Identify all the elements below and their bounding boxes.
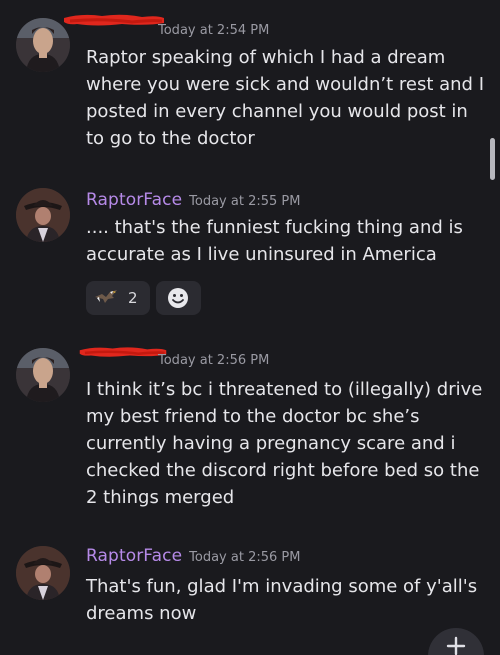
eagle-emoji-icon bbox=[94, 288, 118, 308]
message-header: RaptorFace Today at 2:56 PM bbox=[86, 546, 300, 570]
plus-icon bbox=[446, 636, 466, 655]
message-text: Raptor speaking of which I had a dream w… bbox=[86, 47, 485, 149]
avatar[interactable] bbox=[16, 546, 70, 600]
reaction-count: 2 bbox=[128, 289, 138, 307]
username[interactable]: RaptorFace bbox=[86, 190, 182, 210]
timestamp: Today at 2:54 PM bbox=[158, 23, 270, 38]
timestamp: Today at 2:55 PM bbox=[189, 194, 301, 209]
avatar[interactable] bbox=[16, 348, 70, 402]
redacted-username bbox=[79, 347, 167, 357]
message-text: I think it’s bc i threatened to (illegal… bbox=[86, 379, 483, 508]
chat-log: Today at 2:54 PM Raptor speaking of whic… bbox=[0, 0, 500, 655]
message-text: .... that's the funniest fucking thing a… bbox=[86, 217, 463, 265]
redacted-username bbox=[64, 14, 164, 26]
scroll-to-bottom-button[interactable] bbox=[428, 628, 484, 655]
username[interactable]: RaptorFace bbox=[86, 546, 182, 566]
timestamp: Today at 2:56 PM bbox=[189, 550, 301, 565]
add-reaction-button[interactable] bbox=[156, 281, 201, 315]
add-reaction-icon bbox=[167, 287, 189, 309]
scrollbar[interactable] bbox=[490, 138, 495, 180]
reaction-eagle[interactable]: 2 bbox=[86, 281, 150, 315]
avatar[interactable] bbox=[16, 188, 70, 242]
timestamp: Today at 2:56 PM bbox=[158, 353, 270, 368]
message-header: RaptorFace Today at 2:55 PM bbox=[86, 190, 300, 214]
message-text: That's fun, glad I'm invading some of y'… bbox=[86, 576, 478, 624]
